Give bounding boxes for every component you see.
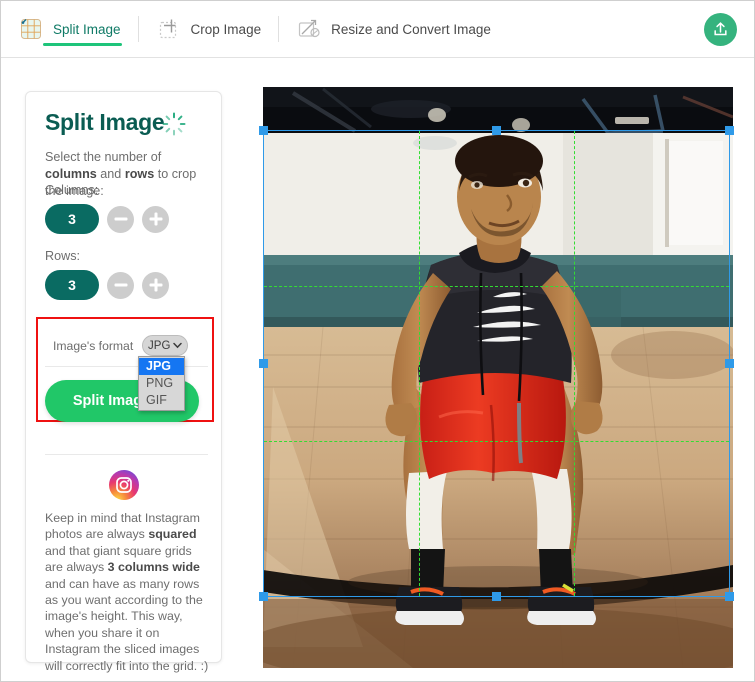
grid-split-icon	[21, 19, 41, 39]
format-select[interactable]: JPG	[142, 335, 189, 356]
crop-icon	[159, 19, 176, 39]
chevron-down-icon	[173, 342, 183, 349]
rows-label: Rows:	[45, 249, 80, 263]
tab-resize-convert-image-label: Resize and Convert Image	[331, 21, 491, 37]
instructions-part-1: Select the number of	[45, 150, 162, 164]
tab-resize-convert-image[interactable]: Resize and Convert Image	[279, 1, 508, 58]
format-row: Image's format JPG	[53, 335, 189, 356]
tab-crop-image-label: Crop Image	[190, 21, 262, 37]
instructions-columns-word: columns	[45, 167, 97, 181]
format-option-png[interactable]: PNG	[139, 375, 184, 392]
rows-increase-button[interactable]	[142, 271, 169, 299]
columns-value[interactable]: 3	[45, 204, 99, 234]
columns-label: Columns:	[45, 183, 99, 197]
instructions-rows-word: rows	[124, 167, 155, 181]
divider-bottom	[45, 454, 208, 455]
page-title: Split Image	[45, 109, 165, 135]
columns-increase-button[interactable]	[142, 205, 169, 233]
image-preview-panel[interactable]	[263, 87, 733, 668]
instagram-icon	[109, 470, 139, 500]
tab-split-image-label: Split Image	[53, 21, 121, 37]
loading-burst-icon	[162, 112, 186, 136]
upload-icon	[714, 22, 727, 36]
active-tab-underline	[43, 43, 122, 46]
columns-stepper: 3	[45, 204, 169, 234]
format-selected-value: JPG	[148, 339, 171, 352]
tab-split-image[interactable]: Split Image	[1, 1, 138, 58]
resize-convert-icon	[298, 19, 320, 38]
split-image-panel: Split Image Select the number of columns…	[25, 91, 222, 673]
rows-stepper: 3	[45, 270, 169, 300]
format-option-gif[interactable]: GIF	[139, 392, 184, 409]
format-label: Image's format	[53, 338, 134, 353]
upload-button[interactable]	[704, 13, 737, 46]
instagram-note: Keep in mind that Instagram photos are a…	[45, 510, 213, 674]
format-dropdown-list[interactable]: JPG PNG GIF	[138, 356, 185, 411]
ig-note-3-columns: 3 columns wide	[107, 560, 200, 575]
tab-crop-image[interactable]: Crop Image	[139, 1, 279, 58]
columns-decrease-button[interactable]	[107, 205, 134, 233]
app-window: Split Image Crop Image Resize and Conver…	[0, 0, 755, 682]
rows-decrease-button[interactable]	[107, 271, 134, 299]
format-option-jpg[interactable]: JPG	[139, 358, 184, 375]
top-toolbar: Split Image Crop Image Resize and Conver…	[1, 1, 754, 58]
instructions-part-2: and	[96, 167, 125, 181]
source-photo	[263, 87, 733, 668]
ig-note-squared: squared	[148, 527, 197, 542]
ig-note-part-3: and can have as many rows as you want ac…	[45, 576, 209, 673]
rows-value[interactable]: 3	[45, 270, 99, 300]
